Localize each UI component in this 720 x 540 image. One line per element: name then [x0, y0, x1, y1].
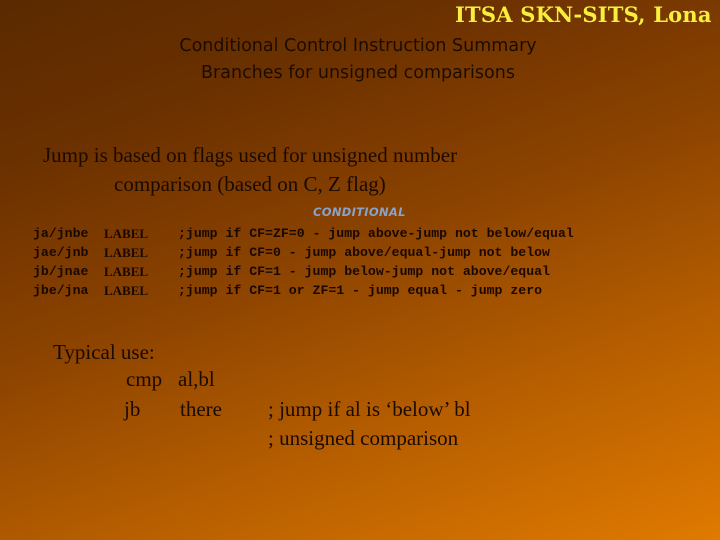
intro-text-line-1: Jump is based on flags used for unsigned…	[43, 143, 458, 167]
slide-title: Conditional Control Instruction Summary	[179, 36, 537, 56]
intro-text-line-2: comparison (based on C, Z flag)	[114, 172, 386, 196]
slide-subtitle: Branches for unsigned comparisons	[201, 63, 515, 83]
operand: LABEL	[104, 264, 149, 279]
mnemonic: jbe/jna	[33, 283, 89, 298]
comment: ;jump if CF=0 - jump above/equal-jump no…	[178, 245, 550, 260]
operand: LABEL	[104, 226, 149, 241]
mnemonic: ja/jnbe	[33, 226, 89, 241]
comment: ;jump if CF=ZF=0 - jump above-jump not b…	[178, 226, 574, 241]
mnemonic: jb/jnae	[33, 264, 89, 279]
conditional-header: CONDITIONAL	[313, 205, 406, 219]
code-opcode: cmp	[126, 367, 163, 391]
code-comment: ; jump if al is ‘below’ bl	[268, 397, 471, 421]
comment: ;jump if CF=1 or ZF=1 - jump equal - jum…	[178, 283, 543, 298]
code-operand: al,bl	[178, 367, 215, 391]
code-comment: ; unsigned comparison	[268, 426, 459, 450]
mnemonic: jae/jnb	[33, 245, 89, 260]
institution-banner: ITSA SKN-SITS, Lona	[455, 2, 712, 27]
operand: LABEL	[104, 283, 149, 298]
code-opcode: jb	[124, 397, 141, 421]
typical-use-heading: Typical use:	[53, 340, 155, 364]
comment: ;jump if CF=1 - jump below-jump not abov…	[178, 264, 550, 279]
code-operand: there	[180, 397, 222, 421]
operand: LABEL	[104, 245, 149, 260]
